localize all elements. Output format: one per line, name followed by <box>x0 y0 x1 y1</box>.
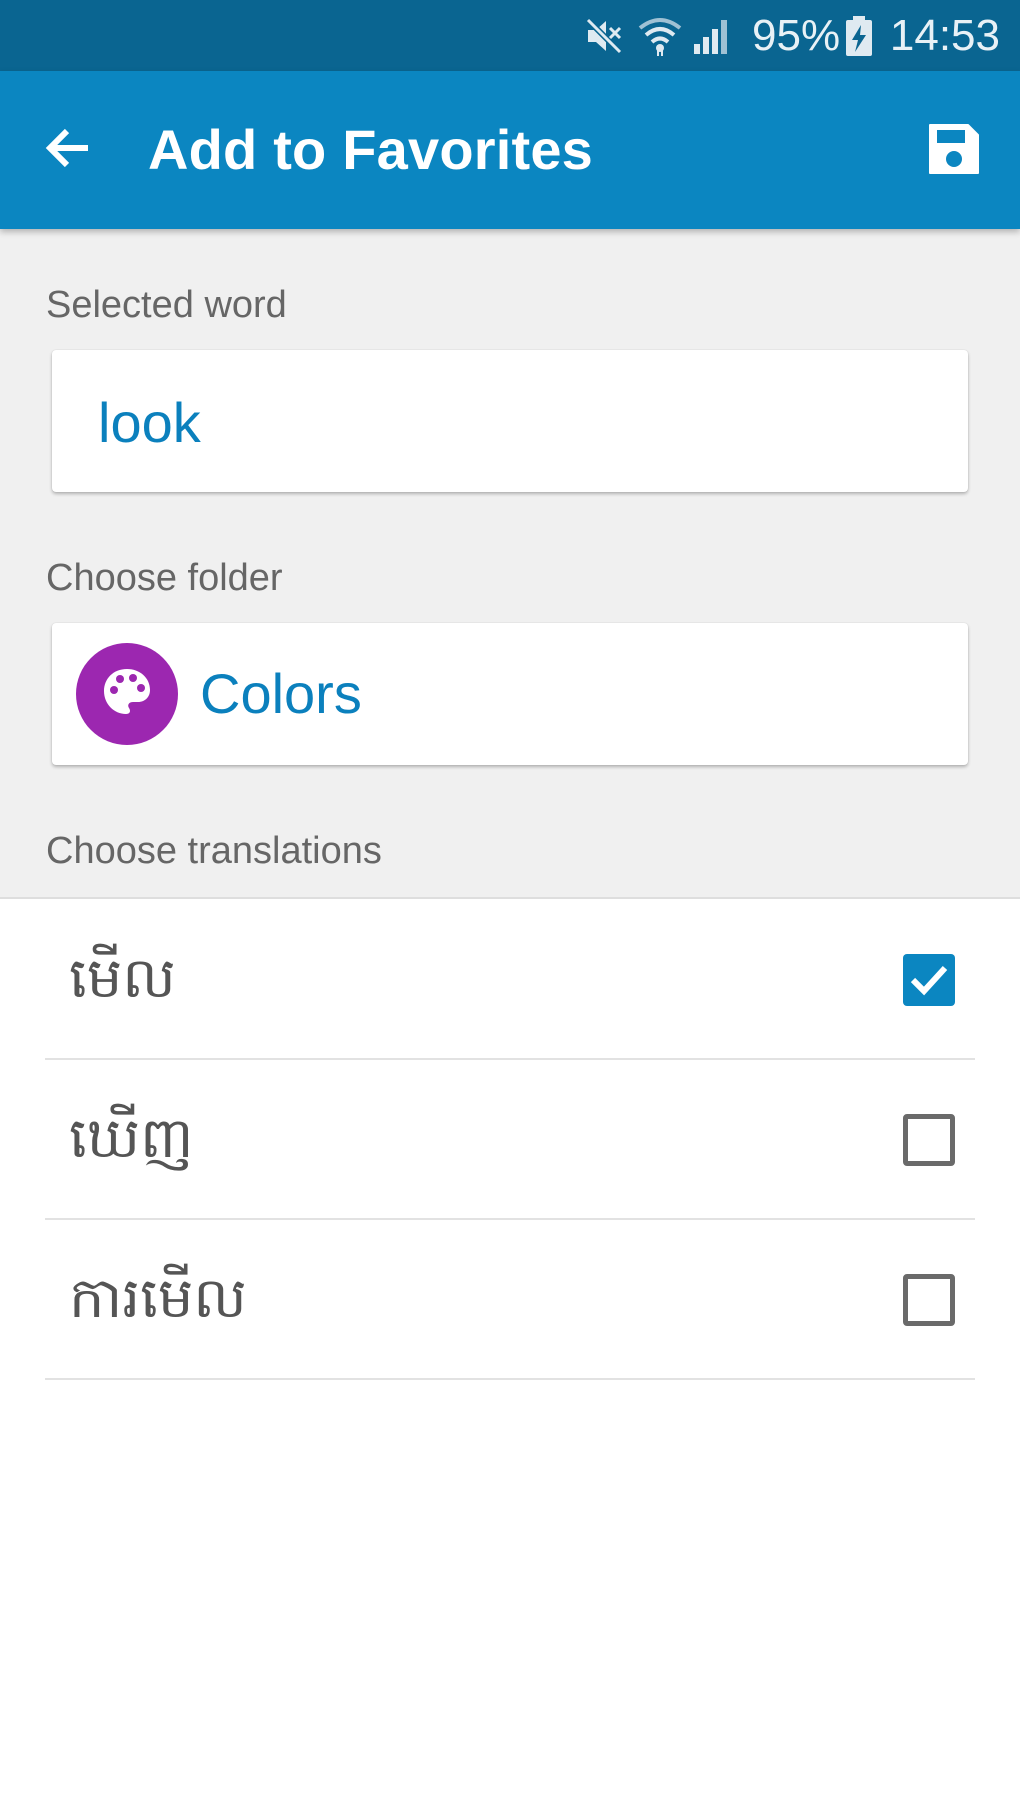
signal-icon <box>690 14 734 58</box>
translation-row[interactable]: ការមើល <box>45 1220 975 1380</box>
mute-icon <box>582 14 626 58</box>
translation-checkbox[interactable] <box>903 954 955 1006</box>
folder-label: Choose folder <box>46 557 283 599</box>
screen: 95% 14:53 Add to Favorites Selected word… <box>0 0 1020 1813</box>
form-section: Selected word Choose folder Colors C <box>0 229 1020 899</box>
selected-word-input[interactable] <box>98 390 918 456</box>
battery-charging-icon <box>844 14 874 58</box>
folder-avatar <box>76 643 178 745</box>
app-bar: Add to Favorites <box>0 71 1020 229</box>
translations-label: Choose translations <box>46 830 382 872</box>
folder-selector[interactable]: Colors <box>52 623 968 765</box>
translation-row[interactable]: មើល <box>45 900 975 1060</box>
selected-word-label: Selected word <box>46 284 287 326</box>
page-title: Add to Favorites <box>148 118 594 181</box>
translation-text: ការមើល <box>69 1266 247 1331</box>
selected-word-card[interactable] <box>52 350 968 492</box>
translation-text: មើល <box>69 946 176 1011</box>
translation-list: មើល ឃើញ ការមើល <box>45 900 975 1380</box>
status-bar: 95% 14:53 <box>0 0 1020 71</box>
back-button[interactable] <box>28 110 108 190</box>
translation-text: ឃើញ <box>69 1106 194 1171</box>
translation-checkbox[interactable] <box>903 1274 955 1326</box>
battery-percent: 95% <box>752 11 841 60</box>
save-icon <box>926 121 982 182</box>
check-icon <box>910 965 948 996</box>
clock: 14:53 <box>889 11 1000 60</box>
save-button[interactable] <box>914 111 994 191</box>
folder-name: Colors <box>200 662 362 725</box>
translation-checkbox[interactable] <box>903 1114 955 1166</box>
palette-icon <box>100 665 154 724</box>
translation-row[interactable]: ឃើញ <box>45 1060 975 1220</box>
wifi-icon <box>638 14 682 58</box>
arrow-back-icon <box>42 122 94 179</box>
